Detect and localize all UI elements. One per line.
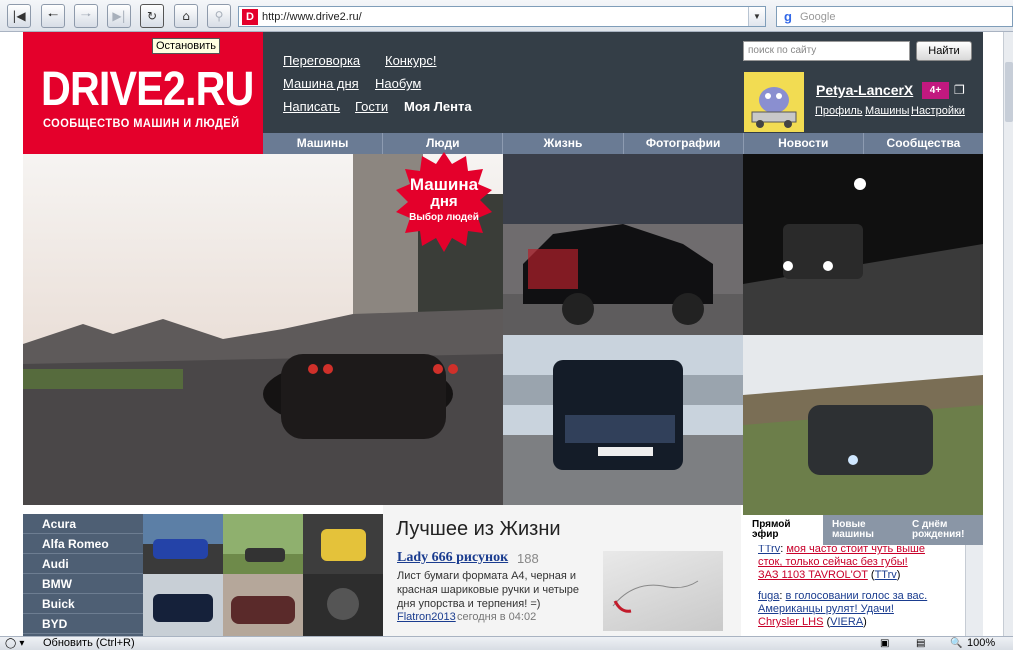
site-favicon-icon: D <box>242 8 258 25</box>
link-peregovorka[interactable]: Переговорка <box>283 53 360 68</box>
brand-thumb[interactable] <box>303 514 383 574</box>
avatar[interactable] <box>744 72 804 132</box>
site-logo[interactable]: DRIVE2.RU СООБЩЕСТВО МАШИН И ЛЮДЕЙ <box>23 32 263 164</box>
reload-icon[interactable]: ↻ <box>140 4 164 28</box>
level-badge: 4+ <box>922 82 949 99</box>
brand-item[interactable]: Acura <box>23 514 143 534</box>
tab-live[interactable]: Прямой эфир <box>743 515 823 545</box>
brand-item[interactable]: BMW <box>23 574 143 594</box>
brand-thumb[interactable] <box>143 514 223 574</box>
photo-focus[interactable] <box>743 335 983 515</box>
feed-car-link[interactable]: ЗАЗ 1103 TAVROL'OT <box>758 569 868 581</box>
view-icon[interactable]: ▤ <box>916 637 925 650</box>
link-naobum[interactable]: Наобум <box>375 76 421 91</box>
page-scrollbar[interactable] <box>1003 32 1013 636</box>
live-feed: TTrv: моя часто стоит чуть выше сток, то… <box>743 545 983 636</box>
best-post-link[interactable]: Lady 666 рисунок <box>397 550 508 566</box>
page-layout-icon[interactable]: ▣ <box>880 637 889 650</box>
first-page-icon[interactable]: |◀ <box>7 4 31 28</box>
status-text: Обновить (Ctrl+R) <box>43 637 135 649</box>
feed-comment[interactable]: сток, только сейчас без губы! <box>758 556 908 568</box>
user-link-cars[interactable]: Машины <box>865 105 909 117</box>
link-napisat[interactable]: Написать <box>283 99 340 114</box>
feed-scrollbar[interactable] <box>965 545 983 636</box>
tab-new-cars[interactable]: Новые машины <box>823 515 903 545</box>
tab-birthdays[interactable]: С днём рождения! <box>903 515 983 545</box>
photo-escalade[interactable] <box>503 335 743 505</box>
feed-comment[interactable]: в голосовании голос за вас. <box>786 590 928 602</box>
feed-user-link[interactable]: VIERA <box>830 616 863 628</box>
nav-news[interactable]: Новости <box>742 133 863 154</box>
best-of-life-panel: Лучшее из Жизни Lady 666 рисунок 188 Лис… <box>383 505 741 636</box>
user-link-settings[interactable]: Настройки <box>911 105 965 117</box>
photo-night[interactable] <box>743 154 983 335</box>
key-icon[interactable]: ⚲ <box>207 4 231 28</box>
zoom-level[interactable]: 100% <box>967 637 995 650</box>
stop-tooltip: Остановить <box>152 38 221 54</box>
link-mashina-dnya[interactable]: Машина дня <box>283 76 359 91</box>
google-icon: g <box>784 8 792 24</box>
brand-item[interactable]: Buick <box>23 594 143 614</box>
nav-photos[interactable]: Фотографии <box>622 133 743 154</box>
best-post-description: Лист бумаги формата А4, черная и красная… <box>397 570 580 610</box>
motd-line2: дня <box>430 193 458 210</box>
nav-communities[interactable]: Сообщества <box>862 133 983 154</box>
best-post-time: сегодня в 04:02 <box>457 611 537 623</box>
last-page-icon[interactable]: ▶| <box>107 4 131 28</box>
web-page: DRIVE2.RU СООБЩЕСТВО МАШИН И ЛЮДЕЙ Остан… <box>0 32 1003 636</box>
brand-thumb[interactable] <box>143 574 223 636</box>
home-icon[interactable]: ⌂ <box>174 4 198 28</box>
forward-arrow-icon[interactable]: 🠒 <box>74 4 98 28</box>
car-of-day-badge[interactable]: Машина дня Выбор людей <box>392 150 496 254</box>
logout-icon[interactable]: ❐ <box>954 83 965 97</box>
feed-car-link[interactable]: Chrysler LHS <box>758 616 823 628</box>
zoom-icon[interactable]: 🔍 <box>950 637 962 650</box>
best-post-thumbnail[interactable] <box>603 551 723 631</box>
best-post-author[interactable]: Flatron2013 <box>397 611 456 623</box>
brand-item[interactable]: Alfa Romeo <box>23 534 143 554</box>
photo-lancer[interactable] <box>503 154 743 335</box>
browser-toolbar: |◀ 🠐 🠒 ▶| ↻ ⌂ ⚲ D http://www.drive2.ru/ … <box>0 0 1013 32</box>
brand-thumb[interactable] <box>303 574 383 636</box>
search-engine-placeholder[interactable]: Google <box>800 11 835 23</box>
brand-thumb[interactable] <box>223 514 303 574</box>
username[interactable]: Petya-LancerX <box>816 82 913 98</box>
url-text[interactable]: http://www.drive2.ru/ <box>262 11 748 23</box>
live-tabs: Прямой эфир Новые машины С днём рождения… <box>743 515 983 545</box>
url-bar[interactable]: D http://www.drive2.ru/ ▼ <box>238 6 766 27</box>
feed-comment[interactable]: Американцы рулят! Удачи! <box>758 603 894 615</box>
brand-item[interactable]: Audi <box>23 554 143 574</box>
motd-line1: Машина <box>409 175 479 194</box>
feed-user-link[interactable]: fuga <box>758 590 779 602</box>
feed-user-link[interactable]: TTrv <box>758 545 780 555</box>
feed-user-link[interactable]: TTrv <box>875 569 897 581</box>
link-moya-lenta[interactable]: Моя Лента <box>404 99 472 114</box>
brand-list: Acura Alfa Romeo Audi BMW Buick BYD <box>23 514 143 636</box>
brand-thumb[interactable] <box>223 574 303 636</box>
browser-search-bar[interactable]: g Google <box>776 6 1013 27</box>
logo-tagline: СООБЩЕСТВО МАШИН И ЛЮДЕЙ <box>43 116 240 130</box>
back-arrow-icon[interactable]: 🠐 <box>41 4 65 28</box>
main-nav: Машины Люди Жизнь Фотографии Новости Соо… <box>263 133 983 154</box>
logo-name: DRIVE2.RU <box>41 63 254 116</box>
brand-item[interactable]: BYD <box>23 614 143 634</box>
link-konkurs[interactable]: Конкурс! <box>385 53 437 68</box>
status-bar: ◯ ▾ Обновить (Ctrl+R) ▣ ▤ 🔍 100% <box>0 636 1013 650</box>
site-search-button[interactable]: Найти <box>916 41 972 61</box>
link-gosti[interactable]: Гости <box>355 99 388 114</box>
nav-cars[interactable]: Машины <box>263 133 382 154</box>
feed-comment[interactable]: моя часто стоит чуть выше <box>786 545 925 555</box>
best-title: Лучшее из Жизни <box>396 518 561 540</box>
scrollbar-thumb[interactable] <box>1005 62 1013 122</box>
nav-life[interactable]: Жизнь <box>502 133 622 154</box>
user-link-profile[interactable]: Профиль <box>815 105 863 117</box>
best-post-count: 188 <box>517 551 539 566</box>
url-dropdown-icon[interactable]: ▼ <box>748 7 765 26</box>
status-icon: ◯ ▾ <box>5 638 25 649</box>
site-search-input[interactable]: поиск по сайту <box>743 41 910 61</box>
motd-line3: Выбор людей <box>409 212 479 223</box>
